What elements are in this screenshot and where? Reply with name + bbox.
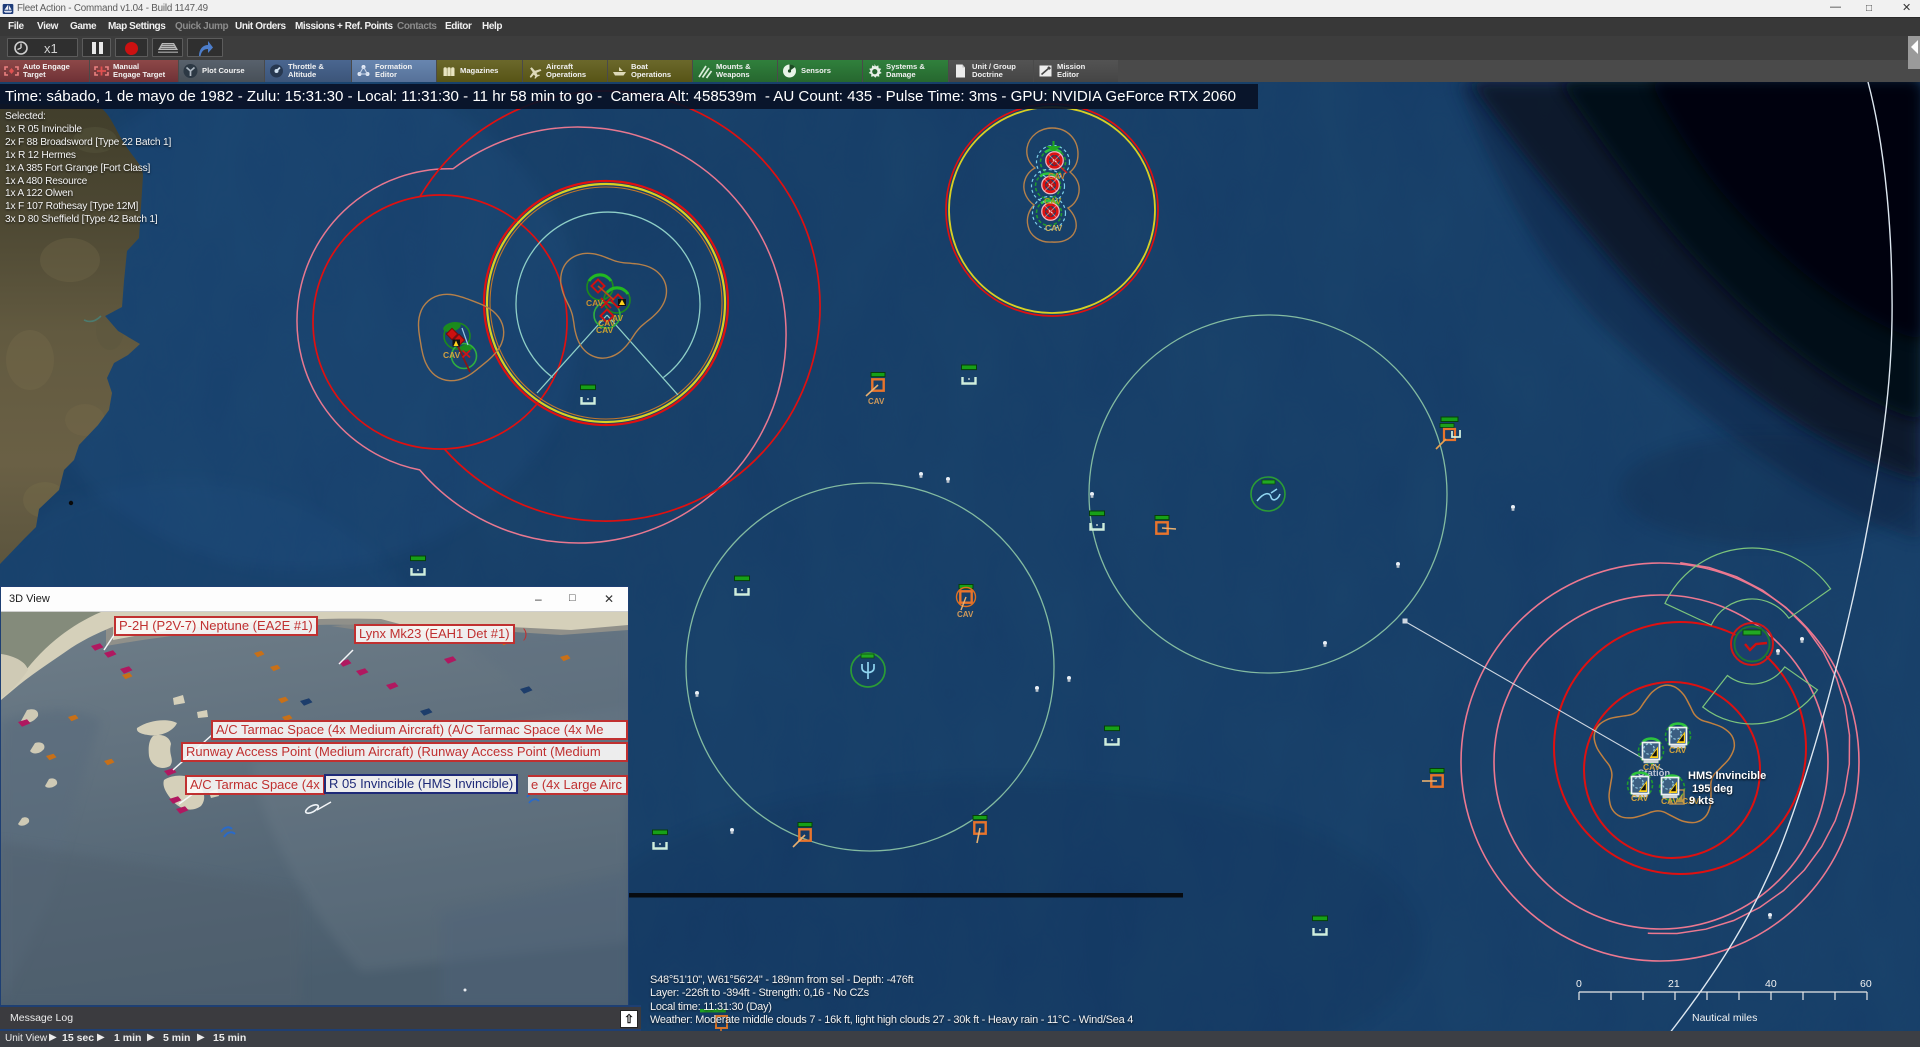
- svg-text:CAV: CAV: [868, 397, 885, 406]
- svg-text:0: 0: [1576, 978, 1582, 990]
- svg-text:21: 21: [1668, 978, 1680, 990]
- svg-text:9 kts: 9 kts: [1689, 795, 1714, 807]
- svg-text:CAV: CAV: [1044, 196, 1062, 206]
- svg-text:CAV: CAV: [1643, 762, 1661, 772]
- svg-text:40: 40: [1765, 978, 1777, 990]
- svg-text:CAV: CAV: [957, 610, 974, 619]
- svg-text:CAV: CAV: [1631, 793, 1649, 803]
- svg-text:60: 60: [1860, 978, 1872, 990]
- svg-text:CAV: CAV: [1048, 171, 1066, 181]
- svg-text:195 deg: 195 deg: [1692, 783, 1733, 795]
- svg-text:HMS Invincible: HMS Invincible: [1688, 770, 1766, 782]
- svg-text:CAV: CAV: [586, 298, 604, 308]
- svg-text:CAV: CAV: [1045, 223, 1063, 233]
- svg-text:CAV: CAV: [1661, 796, 1679, 806]
- svg-text:CAV: CAV: [1669, 745, 1687, 755]
- svg-text:CAV: CAV: [443, 350, 461, 360]
- svg-text:Nautical miles: Nautical miles: [1692, 1012, 1757, 1024]
- svg-text:CAV: CAV: [596, 325, 614, 335]
